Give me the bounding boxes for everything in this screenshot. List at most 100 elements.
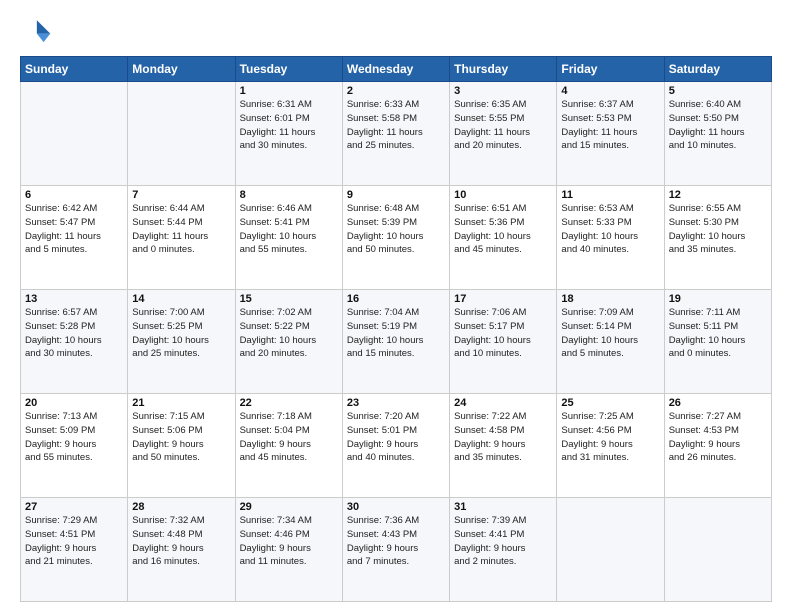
calendar-cell — [664, 498, 771, 602]
header-cell: Monday — [128, 57, 235, 82]
calendar-cell: 28Sunrise: 7:32 AM Sunset: 4:48 PM Dayli… — [128, 498, 235, 602]
calendar-cell: 7Sunrise: 6:44 AM Sunset: 5:44 PM Daylig… — [128, 186, 235, 290]
calendar-cell: 13Sunrise: 6:57 AM Sunset: 5:28 PM Dayli… — [21, 290, 128, 394]
day-number: 20 — [25, 397, 123, 409]
calendar-cell: 18Sunrise: 7:09 AM Sunset: 5:14 PM Dayli… — [557, 290, 664, 394]
day-number: 28 — [132, 501, 230, 513]
calendar-cell: 22Sunrise: 7:18 AM Sunset: 5:04 PM Dayli… — [235, 394, 342, 498]
calendar-cell: 16Sunrise: 7:04 AM Sunset: 5:19 PM Dayli… — [342, 290, 449, 394]
day-info: Sunrise: 6:31 AM Sunset: 6:01 PM Dayligh… — [240, 98, 338, 153]
calendar-week: 27Sunrise: 7:29 AM Sunset: 4:51 PM Dayli… — [21, 498, 772, 602]
day-info: Sunrise: 7:04 AM Sunset: 5:19 PM Dayligh… — [347, 306, 445, 361]
calendar-cell: 17Sunrise: 7:06 AM Sunset: 5:17 PM Dayli… — [450, 290, 557, 394]
header-cell: Saturday — [664, 57, 771, 82]
day-number: 24 — [454, 397, 552, 409]
day-info: Sunrise: 7:13 AM Sunset: 5:09 PM Dayligh… — [25, 410, 123, 465]
day-info: Sunrise: 6:44 AM Sunset: 5:44 PM Dayligh… — [132, 202, 230, 257]
day-number: 12 — [669, 189, 767, 201]
calendar-cell: 15Sunrise: 7:02 AM Sunset: 5:22 PM Dayli… — [235, 290, 342, 394]
day-info: Sunrise: 6:33 AM Sunset: 5:58 PM Dayligh… — [347, 98, 445, 153]
calendar-cell: 30Sunrise: 7:36 AM Sunset: 4:43 PM Dayli… — [342, 498, 449, 602]
day-number: 7 — [132, 189, 230, 201]
calendar-cell: 26Sunrise: 7:27 AM Sunset: 4:53 PM Dayli… — [664, 394, 771, 498]
day-number: 29 — [240, 501, 338, 513]
calendar-cell: 11Sunrise: 6:53 AM Sunset: 5:33 PM Dayli… — [557, 186, 664, 290]
calendar-body: 1Sunrise: 6:31 AM Sunset: 6:01 PM Daylig… — [21, 82, 772, 602]
day-number: 31 — [454, 501, 552, 513]
day-info: Sunrise: 7:06 AM Sunset: 5:17 PM Dayligh… — [454, 306, 552, 361]
day-number: 3 — [454, 85, 552, 97]
day-number: 18 — [561, 293, 659, 305]
day-info: Sunrise: 7:02 AM Sunset: 5:22 PM Dayligh… — [240, 306, 338, 361]
header-cell: Tuesday — [235, 57, 342, 82]
day-info: Sunrise: 6:40 AM Sunset: 5:50 PM Dayligh… — [669, 98, 767, 153]
calendar-cell: 20Sunrise: 7:13 AM Sunset: 5:09 PM Dayli… — [21, 394, 128, 498]
calendar-cell: 29Sunrise: 7:34 AM Sunset: 4:46 PM Dayli… — [235, 498, 342, 602]
calendar-cell: 25Sunrise: 7:25 AM Sunset: 4:56 PM Dayli… — [557, 394, 664, 498]
day-info: Sunrise: 7:22 AM Sunset: 4:58 PM Dayligh… — [454, 410, 552, 465]
day-info: Sunrise: 7:36 AM Sunset: 4:43 PM Dayligh… — [347, 514, 445, 569]
calendar-cell: 23Sunrise: 7:20 AM Sunset: 5:01 PM Dayli… — [342, 394, 449, 498]
calendar-cell: 14Sunrise: 7:00 AM Sunset: 5:25 PM Dayli… — [128, 290, 235, 394]
day-number: 21 — [132, 397, 230, 409]
day-number: 5 — [669, 85, 767, 97]
header-cell: Friday — [557, 57, 664, 82]
day-info: Sunrise: 7:39 AM Sunset: 4:41 PM Dayligh… — [454, 514, 552, 569]
day-info: Sunrise: 7:32 AM Sunset: 4:48 PM Dayligh… — [132, 514, 230, 569]
page: SundayMondayTuesdayWednesdayThursdayFrid… — [0, 0, 792, 612]
day-number: 30 — [347, 501, 445, 513]
day-number: 13 — [25, 293, 123, 305]
logo — [20, 18, 56, 46]
header-cell: Thursday — [450, 57, 557, 82]
day-info: Sunrise: 6:57 AM Sunset: 5:28 PM Dayligh… — [25, 306, 123, 361]
header-row: SundayMondayTuesdayWednesdayThursdayFrid… — [21, 57, 772, 82]
calendar-cell — [557, 498, 664, 602]
day-info: Sunrise: 6:37 AM Sunset: 5:53 PM Dayligh… — [561, 98, 659, 153]
day-number: 23 — [347, 397, 445, 409]
day-number: 2 — [347, 85, 445, 97]
calendar-table: SundayMondayTuesdayWednesdayThursdayFrid… — [20, 56, 772, 602]
day-number: 8 — [240, 189, 338, 201]
calendar-cell: 1Sunrise: 6:31 AM Sunset: 6:01 PM Daylig… — [235, 82, 342, 186]
day-number: 6 — [25, 189, 123, 201]
day-number: 1 — [240, 85, 338, 97]
calendar-cell: 4Sunrise: 6:37 AM Sunset: 5:53 PM Daylig… — [557, 82, 664, 186]
calendar-cell: 10Sunrise: 6:51 AM Sunset: 5:36 PM Dayli… — [450, 186, 557, 290]
logo-icon — [20, 18, 52, 46]
calendar-cell: 19Sunrise: 7:11 AM Sunset: 5:11 PM Dayli… — [664, 290, 771, 394]
calendar-header: SundayMondayTuesdayWednesdayThursdayFrid… — [21, 57, 772, 82]
day-info: Sunrise: 7:29 AM Sunset: 4:51 PM Dayligh… — [25, 514, 123, 569]
calendar-week: 13Sunrise: 6:57 AM Sunset: 5:28 PM Dayli… — [21, 290, 772, 394]
calendar-cell — [21, 82, 128, 186]
day-info: Sunrise: 6:51 AM Sunset: 5:36 PM Dayligh… — [454, 202, 552, 257]
day-info: Sunrise: 7:00 AM Sunset: 5:25 PM Dayligh… — [132, 306, 230, 361]
day-number: 14 — [132, 293, 230, 305]
calendar-cell: 21Sunrise: 7:15 AM Sunset: 5:06 PM Dayli… — [128, 394, 235, 498]
header — [20, 18, 772, 46]
day-info: Sunrise: 6:42 AM Sunset: 5:47 PM Dayligh… — [25, 202, 123, 257]
day-info: Sunrise: 7:11 AM Sunset: 5:11 PM Dayligh… — [669, 306, 767, 361]
day-number: 25 — [561, 397, 659, 409]
calendar-cell: 27Sunrise: 7:29 AM Sunset: 4:51 PM Dayli… — [21, 498, 128, 602]
calendar-week: 20Sunrise: 7:13 AM Sunset: 5:09 PM Dayli… — [21, 394, 772, 498]
day-info: Sunrise: 6:35 AM Sunset: 5:55 PM Dayligh… — [454, 98, 552, 153]
calendar-cell: 2Sunrise: 6:33 AM Sunset: 5:58 PM Daylig… — [342, 82, 449, 186]
calendar-cell: 9Sunrise: 6:48 AM Sunset: 5:39 PM Daylig… — [342, 186, 449, 290]
day-number: 4 — [561, 85, 659, 97]
day-info: Sunrise: 6:55 AM Sunset: 5:30 PM Dayligh… — [669, 202, 767, 257]
calendar-week: 6Sunrise: 6:42 AM Sunset: 5:47 PM Daylig… — [21, 186, 772, 290]
calendar-cell: 8Sunrise: 6:46 AM Sunset: 5:41 PM Daylig… — [235, 186, 342, 290]
day-number: 10 — [454, 189, 552, 201]
day-info: Sunrise: 7:18 AM Sunset: 5:04 PM Dayligh… — [240, 410, 338, 465]
day-info: Sunrise: 7:09 AM Sunset: 5:14 PM Dayligh… — [561, 306, 659, 361]
day-number: 17 — [454, 293, 552, 305]
calendar-cell: 5Sunrise: 6:40 AM Sunset: 5:50 PM Daylig… — [664, 82, 771, 186]
calendar-cell: 3Sunrise: 6:35 AM Sunset: 5:55 PM Daylig… — [450, 82, 557, 186]
day-number: 16 — [347, 293, 445, 305]
calendar-cell: 31Sunrise: 7:39 AM Sunset: 4:41 PM Dayli… — [450, 498, 557, 602]
header-cell: Wednesday — [342, 57, 449, 82]
day-info: Sunrise: 6:53 AM Sunset: 5:33 PM Dayligh… — [561, 202, 659, 257]
day-info: Sunrise: 7:27 AM Sunset: 4:53 PM Dayligh… — [669, 410, 767, 465]
calendar-week: 1Sunrise: 6:31 AM Sunset: 6:01 PM Daylig… — [21, 82, 772, 186]
day-info: Sunrise: 7:15 AM Sunset: 5:06 PM Dayligh… — [132, 410, 230, 465]
